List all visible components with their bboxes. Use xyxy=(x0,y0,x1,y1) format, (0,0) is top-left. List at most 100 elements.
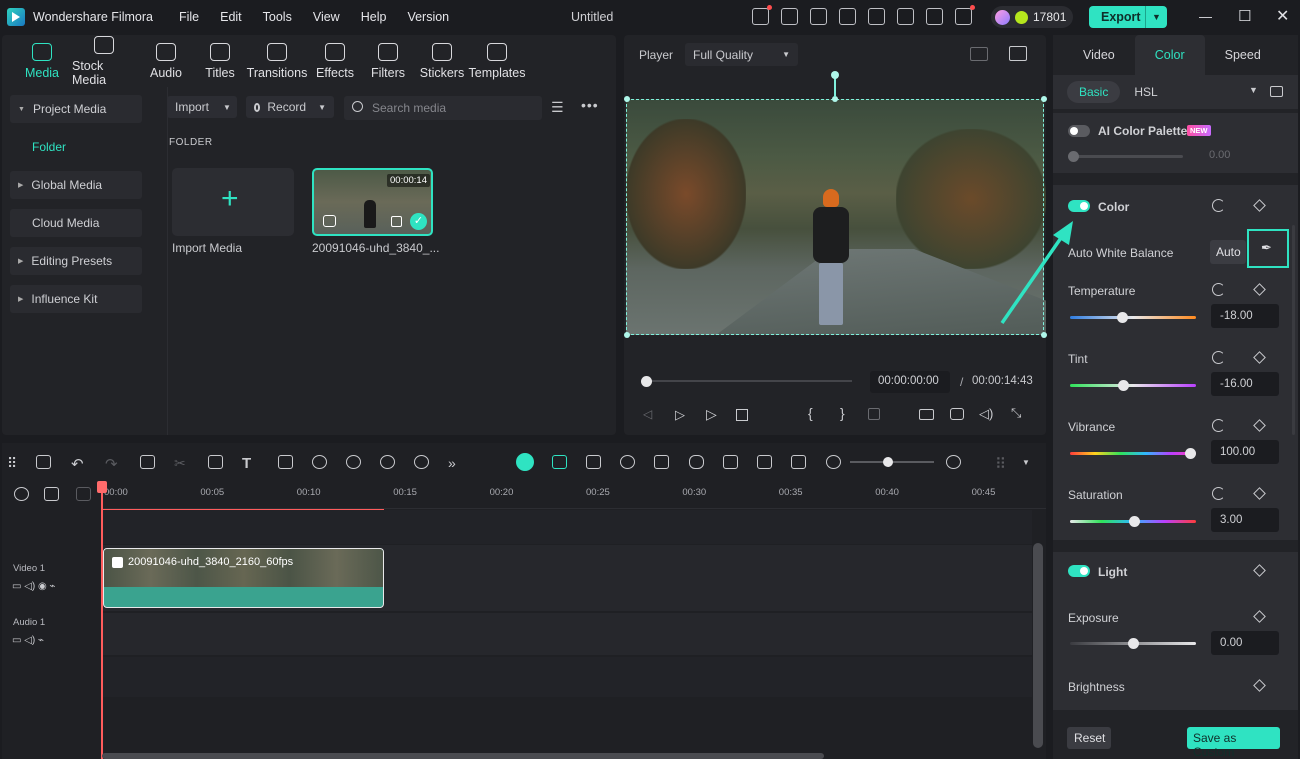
mask-icon[interactable] xyxy=(312,455,327,469)
snapshot-image-icon[interactable] xyxy=(1009,46,1027,61)
mark-out-icon[interactable]: } xyxy=(840,405,845,421)
filter-sort-icon[interactable]: ☰ xyxy=(551,99,564,116)
temperature-slider[interactable] xyxy=(1070,312,1196,323)
chevron-down-icon[interactable]: ▼ xyxy=(1022,458,1030,467)
credits-badge[interactable]: 17801 xyxy=(991,6,1073,28)
resize-handle[interactable] xyxy=(624,96,630,102)
track-settings-icon[interactable]: ⠿ xyxy=(995,455,1010,473)
import-media-tile[interactable]: + xyxy=(172,168,294,236)
fit-icon[interactable] xyxy=(791,455,806,469)
rotate-handle[interactable] xyxy=(831,71,839,79)
search-media-input[interactable]: Search media xyxy=(344,96,542,120)
tab-transitions[interactable]: Transitions xyxy=(244,35,310,87)
track-controls-icon[interactable]: ▭ ◁) ◉ ⌁ xyxy=(12,581,56,592)
more-tools-icon[interactable]: » xyxy=(448,455,463,471)
quality-dropdown[interactable]: Full Quality ▼ xyxy=(685,43,798,66)
resize-handle[interactable] xyxy=(1041,332,1047,338)
ai-palette-slider[interactable] xyxy=(1068,151,1183,162)
more-options-icon[interactable]: ••• xyxy=(581,97,599,113)
exposure-value[interactable]: 0.00 xyxy=(1211,631,1279,655)
tab-titles[interactable]: Titles xyxy=(196,35,244,87)
tint-slider[interactable] xyxy=(1070,380,1196,391)
track-controls-icon[interactable]: ▭ ◁) ⌁ xyxy=(12,635,44,646)
keyframe-diamond-icon[interactable] xyxy=(1253,679,1266,692)
tint-value[interactable]: -16.00 xyxy=(1211,372,1279,396)
grid-view-icon[interactable] xyxy=(970,47,988,61)
sidebar-item-folder[interactable]: Folder xyxy=(10,133,142,161)
resize-handle[interactable] xyxy=(1041,96,1047,102)
save-icon[interactable] xyxy=(868,8,885,25)
add-track-icon[interactable] xyxy=(44,487,59,501)
zoom-out-icon[interactable] xyxy=(826,455,841,469)
resize-handle[interactable] xyxy=(624,332,630,338)
ai-assistant-icon[interactable] xyxy=(516,453,534,471)
undo-icon[interactable]: ↶ xyxy=(71,455,86,473)
tab-effects[interactable]: Effects xyxy=(310,35,360,87)
keyframe-diamond-icon[interactable] xyxy=(1253,351,1266,364)
audio-track[interactable] xyxy=(102,613,1032,655)
light-toggle[interactable] xyxy=(1068,565,1090,577)
play-icon[interactable]: ▷ xyxy=(706,406,717,423)
shape-icon[interactable] xyxy=(278,455,293,469)
menu-view[interactable]: View xyxy=(313,10,340,24)
fullscreen-icon[interactable]: ⤡ xyxy=(1011,405,1021,421)
display-icon[interactable] xyxy=(919,409,934,420)
text-icon[interactable]: T xyxy=(242,455,257,472)
maximize-icon[interactable]: ☐ xyxy=(1238,7,1251,25)
keyframe-diamond-icon[interactable] xyxy=(1253,199,1266,212)
layout-grid-icon[interactable]: ⠿ xyxy=(7,455,22,471)
chevron-down-icon[interactable]: ▼ xyxy=(1145,6,1167,28)
tab-color[interactable]: Color xyxy=(1134,35,1205,75)
tab-stock-media[interactable]: Stock Media xyxy=(72,35,136,87)
link-icon[interactable] xyxy=(14,487,29,501)
cloud-upload-icon[interactable] xyxy=(897,8,914,25)
audio-mix-icon[interactable] xyxy=(723,455,738,469)
playhead-handle[interactable] xyxy=(97,481,107,493)
vertical-scrollbar[interactable] xyxy=(1033,543,1043,748)
chevron-down-icon[interactable]: ▼ xyxy=(1249,85,1258,95)
slider-knob[interactable] xyxy=(1129,516,1140,527)
slider-knob[interactable] xyxy=(1068,151,1079,162)
keyframe-diamond-icon[interactable] xyxy=(1253,283,1266,296)
feedback-icon[interactable] xyxy=(810,8,827,25)
vibrance-slider[interactable] xyxy=(1070,448,1196,459)
crop-icon[interactable] xyxy=(208,455,223,469)
menu-tools[interactable]: Tools xyxy=(263,10,292,24)
current-time[interactable]: 00:00:00:00 xyxy=(870,371,950,393)
sidebar-item-cloud-media[interactable]: Cloud Media xyxy=(10,209,142,237)
pip-icon[interactable] xyxy=(757,455,772,469)
properties-scrollbar[interactable] xyxy=(1292,225,1295,435)
reset-button[interactable]: Reset xyxy=(1067,727,1111,749)
tab-media[interactable]: Media xyxy=(12,35,72,87)
sidebar-item-global-media[interactable]: ▶ Global Media xyxy=(10,171,142,199)
volume-icon[interactable]: ◁) xyxy=(979,406,993,422)
tab-stickers[interactable]: Stickers xyxy=(416,35,468,87)
sidebar-item-editing-presets[interactable]: ▶ Editing Presets xyxy=(10,247,142,275)
zoom-knob[interactable] xyxy=(883,457,893,467)
progress-track[interactable] xyxy=(642,380,852,382)
reset-icon[interactable] xyxy=(1212,487,1225,500)
export-button[interactable]: Export ▼ xyxy=(1089,6,1167,28)
ai-tool-icon[interactable] xyxy=(414,455,429,469)
menu-version[interactable]: Version xyxy=(407,10,449,24)
keyframe-diamond-icon[interactable] xyxy=(1253,419,1266,432)
reset-icon[interactable] xyxy=(1212,199,1225,212)
keyframe-diamond-icon[interactable] xyxy=(1253,487,1266,500)
minimize-icon[interactable]: — xyxy=(1199,9,1212,24)
time-ruler[interactable]: 00:00 00:05 00:10 00:15 00:20 00:25 00:30 00:35… xyxy=(102,483,1046,511)
eyedropper-icon[interactable]: ✒ xyxy=(1261,240,1272,256)
vibrance-value[interactable]: 100.00 xyxy=(1211,440,1279,464)
tab-audio[interactable]: Audio xyxy=(136,35,196,87)
video-clip[interactable]: 20091046-uhd_3840_2160_60fps xyxy=(103,548,384,608)
color-wheel-icon[interactable] xyxy=(380,455,395,469)
transform-selection-box[interactable] xyxy=(626,99,1044,335)
reset-icon[interactable] xyxy=(1212,419,1225,432)
delete-icon[interactable] xyxy=(140,455,155,469)
prev-frame-icon[interactable]: ◁ xyxy=(643,407,652,421)
marker-icon[interactable] xyxy=(868,408,880,420)
exposure-slider[interactable] xyxy=(1070,638,1196,649)
render-icon[interactable] xyxy=(620,455,635,469)
headset-icon[interactable] xyxy=(926,8,943,25)
slider-knob[interactable] xyxy=(1117,312,1128,323)
tab-speed[interactable]: Speed xyxy=(1205,35,1281,75)
